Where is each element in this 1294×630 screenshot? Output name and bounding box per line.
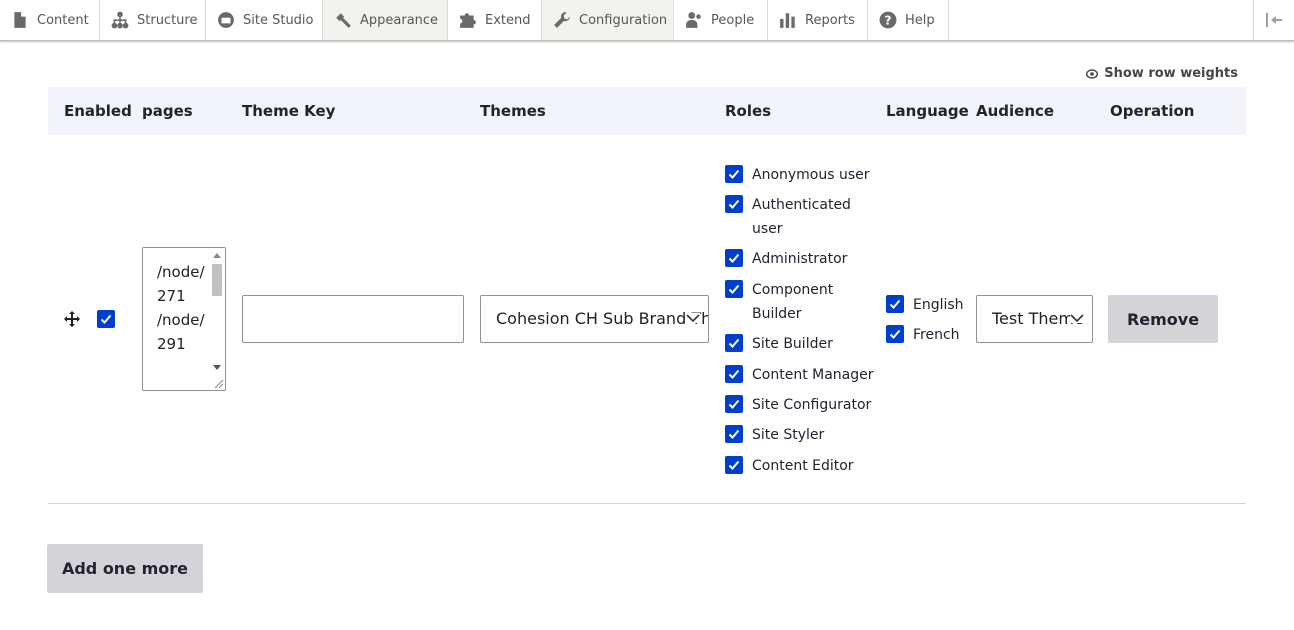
remove-button[interactable]: Remove (1108, 295, 1218, 343)
checkmark-icon (728, 169, 740, 179)
col-audience: Audience (976, 102, 1055, 120)
language-label: English (913, 297, 964, 313)
row-enabled-checkbox[interactable] (97, 310, 115, 328)
col-theme-key: Theme Key (242, 102, 336, 120)
resize-grip-icon[interactable] (214, 379, 224, 389)
checkmark-icon (728, 460, 740, 470)
col-language: Language (886, 102, 969, 120)
role-checkbox-content-manager[interactable] (725, 365, 743, 383)
role-label: Anonymous user (752, 167, 870, 183)
toolbar-item-structure[interactable]: Structure (100, 0, 206, 40)
toolbar-item-label: Site Studio (243, 12, 314, 28)
drag-handle-icon[interactable] (63, 310, 81, 328)
scroll-down-icon[interactable] (213, 365, 221, 370)
role-checkbox-anonymous-user[interactable] (725, 165, 743, 183)
checkmark-icon (889, 329, 901, 339)
toolbar-item-reports[interactable]: Reports (768, 0, 868, 40)
show-row-weights-link[interactable]: Show row weights (1086, 66, 1238, 81)
admin-toolbar: Content Structure Site Studio Appearance… (0, 0, 1294, 41)
role-label: Site Builder (752, 336, 833, 352)
col-roles: Roles (725, 102, 772, 120)
wrench-icon (553, 10, 571, 30)
role-checkbox-site-builder[interactable] (725, 334, 743, 352)
themes-select-value: Cohesion CH Sub Brand Theme (496, 309, 708, 328)
role-label: Component Builder (752, 282, 834, 322)
checkmark-icon (728, 399, 740, 409)
toolbar-item-label: Help (905, 12, 935, 28)
checkmark-icon (728, 253, 740, 263)
toolbar-item-label: Reports (805, 12, 855, 28)
toolbar-item-configuration[interactable]: Configuration (542, 0, 674, 40)
language-checkbox-french[interactable] (886, 325, 904, 343)
toolbar-item-label: Extend (485, 12, 531, 28)
role-label: Site Styler (752, 427, 825, 443)
toolbar-item-appearance[interactable]: Appearance (323, 0, 448, 40)
svg-text:?: ? (884, 14, 891, 28)
role-label: Content Manager (752, 367, 874, 383)
checkmark-icon (889, 299, 901, 309)
chevron-down-icon (686, 313, 700, 323)
col-enabled: Enabled (64, 102, 132, 120)
checkmark-icon (728, 429, 740, 439)
add-one-more-button[interactable]: Add one more (47, 544, 203, 593)
checkmark-icon (728, 338, 740, 348)
toolbar-orientation-toggle[interactable] (1253, 0, 1294, 40)
themes-select[interactable]: Cohesion CH Sub Brand Theme (480, 295, 709, 343)
language-label: French (913, 327, 960, 343)
pages-scrollbar[interactable] (211, 250, 223, 372)
col-themes: Themes (480, 102, 546, 120)
pages-textarea[interactable]: /node/271 /node/291 (142, 247, 226, 391)
toolbar-item-content[interactable]: Content (0, 0, 100, 40)
toolbar-item-people[interactable]: People (674, 0, 768, 40)
paint-icon (334, 10, 352, 30)
col-pages: pages (142, 102, 193, 120)
help-icon: ? (879, 10, 897, 30)
people-icon (685, 10, 703, 30)
table-header: Enabled pages Theme Key Themes Roles Lan… (48, 87, 1246, 135)
checkmark-icon (728, 199, 740, 209)
toolbar-item-label: Content (37, 12, 89, 28)
scroll-up-icon[interactable] (213, 253, 221, 258)
scroll-thumb[interactable] (212, 264, 222, 296)
toolbar-item-label: Appearance (360, 12, 439, 28)
role-checkbox-administrator[interactable] (725, 249, 743, 267)
toolbar-item-label: Structure (137, 12, 198, 28)
role-label: Administrator (752, 251, 848, 267)
language-checkbox-english[interactable] (886, 295, 904, 313)
checkmark-icon (728, 284, 740, 294)
eye-icon (1086, 68, 1099, 79)
site-studio-icon (217, 10, 235, 30)
role-checkbox-content-editor[interactable] (725, 456, 743, 474)
chevron-down-icon (1070, 313, 1084, 323)
theme-key-input[interactable] (242, 295, 464, 343)
checkmark-icon (728, 369, 740, 379)
collapse-toolbar-icon (1266, 13, 1282, 27)
puzzle-icon (459, 10, 477, 30)
toolbar-item-help[interactable]: ? Help (868, 0, 949, 40)
role-label: Site Configurator (752, 397, 872, 413)
role-checkbox-authenticated-user[interactable] (725, 195, 743, 213)
toolbar-item-label: People (711, 12, 755, 28)
show-row-weights-label: Show row weights (1104, 66, 1238, 81)
role-checkbox-component-builder[interactable] (725, 280, 743, 298)
role-checkbox-site-styler[interactable] (725, 425, 743, 443)
role-checkbox-site-configurator[interactable] (725, 395, 743, 413)
col-operation: Operation (1110, 102, 1195, 120)
sitemap-icon (111, 10, 129, 30)
role-label: Authenticated user (752, 197, 851, 237)
pages-textarea-value: /node/271 /node/291 (157, 263, 205, 353)
toolbar-item-extend[interactable]: Extend (448, 0, 542, 40)
file-icon (11, 10, 29, 30)
bar-chart-icon (779, 10, 797, 30)
toolbar-item-label: Configuration (579, 12, 668, 28)
toolbar-item-site-studio[interactable]: Site Studio (206, 0, 323, 40)
audience-select[interactable]: Test Theme (976, 295, 1093, 343)
role-label: Content Editor (752, 458, 854, 474)
row-divider (48, 503, 1246, 504)
checkmark-icon (100, 314, 112, 324)
